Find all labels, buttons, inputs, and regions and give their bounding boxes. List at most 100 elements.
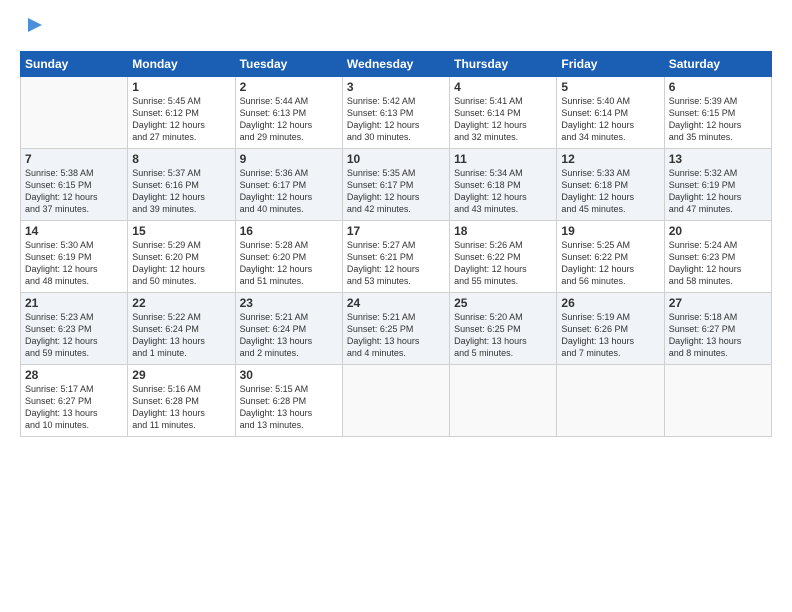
calendar-cell: 21Sunrise: 5:23 AM Sunset: 6:23 PM Dayli… xyxy=(21,293,128,365)
calendar-cell: 30Sunrise: 5:15 AM Sunset: 6:28 PM Dayli… xyxy=(235,365,342,437)
calendar-cell xyxy=(664,365,771,437)
calendar-cell: 1Sunrise: 5:45 AM Sunset: 6:12 PM Daylig… xyxy=(128,77,235,149)
header xyxy=(20,18,772,41)
day-info: Sunrise: 5:32 AM Sunset: 6:19 PM Dayligh… xyxy=(669,167,767,216)
day-info: Sunrise: 5:15 AM Sunset: 6:28 PM Dayligh… xyxy=(240,383,338,432)
day-number: 4 xyxy=(454,80,552,94)
calendar-cell: 14Sunrise: 5:30 AM Sunset: 6:19 PM Dayli… xyxy=(21,221,128,293)
day-info: Sunrise: 5:16 AM Sunset: 6:28 PM Dayligh… xyxy=(132,383,230,432)
calendar-cell: 22Sunrise: 5:22 AM Sunset: 6:24 PM Dayli… xyxy=(128,293,235,365)
calendar-cell: 18Sunrise: 5:26 AM Sunset: 6:22 PM Dayli… xyxy=(450,221,557,293)
day-number: 9 xyxy=(240,152,338,166)
day-info: Sunrise: 5:30 AM Sunset: 6:19 PM Dayligh… xyxy=(25,239,123,288)
calendar-cell: 19Sunrise: 5:25 AM Sunset: 6:22 PM Dayli… xyxy=(557,221,664,293)
calendar-cell: 11Sunrise: 5:34 AM Sunset: 6:18 PM Dayli… xyxy=(450,149,557,221)
calendar-cell: 13Sunrise: 5:32 AM Sunset: 6:19 PM Dayli… xyxy=(664,149,771,221)
col-header-saturday: Saturday xyxy=(664,52,771,77)
day-info: Sunrise: 5:23 AM Sunset: 6:23 PM Dayligh… xyxy=(25,311,123,360)
calendar-cell: 12Sunrise: 5:33 AM Sunset: 6:18 PM Dayli… xyxy=(557,149,664,221)
day-info: Sunrise: 5:22 AM Sunset: 6:24 PM Dayligh… xyxy=(132,311,230,360)
logo xyxy=(20,18,46,41)
day-info: Sunrise: 5:45 AM Sunset: 6:12 PM Dayligh… xyxy=(132,95,230,144)
calendar-cell: 20Sunrise: 5:24 AM Sunset: 6:23 PM Dayli… xyxy=(664,221,771,293)
calendar-cell: 24Sunrise: 5:21 AM Sunset: 6:25 PM Dayli… xyxy=(342,293,449,365)
calendar-cell xyxy=(557,365,664,437)
day-number: 6 xyxy=(669,80,767,94)
page: SundayMondayTuesdayWednesdayThursdayFrid… xyxy=(0,0,792,447)
day-info: Sunrise: 5:19 AM Sunset: 6:26 PM Dayligh… xyxy=(561,311,659,360)
day-number: 8 xyxy=(132,152,230,166)
calendar-cell: 25Sunrise: 5:20 AM Sunset: 6:25 PM Dayli… xyxy=(450,293,557,365)
col-header-tuesday: Tuesday xyxy=(235,52,342,77)
day-info: Sunrise: 5:42 AM Sunset: 6:13 PM Dayligh… xyxy=(347,95,445,144)
calendar-cell: 26Sunrise: 5:19 AM Sunset: 6:26 PM Dayli… xyxy=(557,293,664,365)
calendar-cell: 16Sunrise: 5:28 AM Sunset: 6:20 PM Dayli… xyxy=(235,221,342,293)
day-info: Sunrise: 5:36 AM Sunset: 6:17 PM Dayligh… xyxy=(240,167,338,216)
day-number: 18 xyxy=(454,224,552,238)
day-info: Sunrise: 5:34 AM Sunset: 6:18 PM Dayligh… xyxy=(454,167,552,216)
calendar-cell: 23Sunrise: 5:21 AM Sunset: 6:24 PM Dayli… xyxy=(235,293,342,365)
day-number: 25 xyxy=(454,296,552,310)
day-info: Sunrise: 5:25 AM Sunset: 6:22 PM Dayligh… xyxy=(561,239,659,288)
calendar-cell: 10Sunrise: 5:35 AM Sunset: 6:17 PM Dayli… xyxy=(342,149,449,221)
calendar-cell: 4Sunrise: 5:41 AM Sunset: 6:14 PM Daylig… xyxy=(450,77,557,149)
calendar-cell: 3Sunrise: 5:42 AM Sunset: 6:13 PM Daylig… xyxy=(342,77,449,149)
calendar-cell xyxy=(21,77,128,149)
col-header-wednesday: Wednesday xyxy=(342,52,449,77)
day-number: 19 xyxy=(561,224,659,238)
calendar-cell: 9Sunrise: 5:36 AM Sunset: 6:17 PM Daylig… xyxy=(235,149,342,221)
calendar-cell xyxy=(450,365,557,437)
calendar-cell: 6Sunrise: 5:39 AM Sunset: 6:15 PM Daylig… xyxy=(664,77,771,149)
day-info: Sunrise: 5:35 AM Sunset: 6:17 PM Dayligh… xyxy=(347,167,445,216)
day-number: 22 xyxy=(132,296,230,310)
calendar-cell: 29Sunrise: 5:16 AM Sunset: 6:28 PM Dayli… xyxy=(128,365,235,437)
day-number: 16 xyxy=(240,224,338,238)
col-header-friday: Friday xyxy=(557,52,664,77)
calendar-table: SundayMondayTuesdayWednesdayThursdayFrid… xyxy=(20,51,772,437)
col-header-thursday: Thursday xyxy=(450,52,557,77)
day-info: Sunrise: 5:44 AM Sunset: 6:13 PM Dayligh… xyxy=(240,95,338,144)
day-number: 13 xyxy=(669,152,767,166)
day-info: Sunrise: 5:33 AM Sunset: 6:18 PM Dayligh… xyxy=(561,167,659,216)
day-info: Sunrise: 5:21 AM Sunset: 6:24 PM Dayligh… xyxy=(240,311,338,360)
day-number: 28 xyxy=(25,368,123,382)
calendar-cell xyxy=(342,365,449,437)
day-info: Sunrise: 5:37 AM Sunset: 6:16 PM Dayligh… xyxy=(132,167,230,216)
day-info: Sunrise: 5:21 AM Sunset: 6:25 PM Dayligh… xyxy=(347,311,445,360)
day-info: Sunrise: 5:24 AM Sunset: 6:23 PM Dayligh… xyxy=(669,239,767,288)
day-info: Sunrise: 5:18 AM Sunset: 6:27 PM Dayligh… xyxy=(669,311,767,360)
day-info: Sunrise: 5:28 AM Sunset: 6:20 PM Dayligh… xyxy=(240,239,338,288)
calendar-cell: 2Sunrise: 5:44 AM Sunset: 6:13 PM Daylig… xyxy=(235,77,342,149)
day-number: 24 xyxy=(347,296,445,310)
calendar-cell: 15Sunrise: 5:29 AM Sunset: 6:20 PM Dayli… xyxy=(128,221,235,293)
calendar-cell: 17Sunrise: 5:27 AM Sunset: 6:21 PM Dayli… xyxy=(342,221,449,293)
day-number: 15 xyxy=(132,224,230,238)
calendar-cell: 5Sunrise: 5:40 AM Sunset: 6:14 PM Daylig… xyxy=(557,77,664,149)
day-number: 17 xyxy=(347,224,445,238)
day-number: 29 xyxy=(132,368,230,382)
day-info: Sunrise: 5:20 AM Sunset: 6:25 PM Dayligh… xyxy=(454,311,552,360)
calendar-cell: 8Sunrise: 5:37 AM Sunset: 6:16 PM Daylig… xyxy=(128,149,235,221)
day-number: 5 xyxy=(561,80,659,94)
day-number: 3 xyxy=(347,80,445,94)
col-header-monday: Monday xyxy=(128,52,235,77)
day-number: 23 xyxy=(240,296,338,310)
day-number: 21 xyxy=(25,296,123,310)
calendar-cell: 27Sunrise: 5:18 AM Sunset: 6:27 PM Dayli… xyxy=(664,293,771,365)
col-header-sunday: Sunday xyxy=(21,52,128,77)
day-number: 27 xyxy=(669,296,767,310)
day-info: Sunrise: 5:29 AM Sunset: 6:20 PM Dayligh… xyxy=(132,239,230,288)
day-number: 20 xyxy=(669,224,767,238)
logo-arrow-icon xyxy=(24,14,46,36)
day-number: 26 xyxy=(561,296,659,310)
calendar-cell: 28Sunrise: 5:17 AM Sunset: 6:27 PM Dayli… xyxy=(21,365,128,437)
calendar-cell: 7Sunrise: 5:38 AM Sunset: 6:15 PM Daylig… xyxy=(21,149,128,221)
day-number: 12 xyxy=(561,152,659,166)
day-info: Sunrise: 5:27 AM Sunset: 6:21 PM Dayligh… xyxy=(347,239,445,288)
day-number: 30 xyxy=(240,368,338,382)
day-number: 11 xyxy=(454,152,552,166)
day-info: Sunrise: 5:41 AM Sunset: 6:14 PM Dayligh… xyxy=(454,95,552,144)
day-info: Sunrise: 5:17 AM Sunset: 6:27 PM Dayligh… xyxy=(25,383,123,432)
day-number: 10 xyxy=(347,152,445,166)
day-info: Sunrise: 5:26 AM Sunset: 6:22 PM Dayligh… xyxy=(454,239,552,288)
